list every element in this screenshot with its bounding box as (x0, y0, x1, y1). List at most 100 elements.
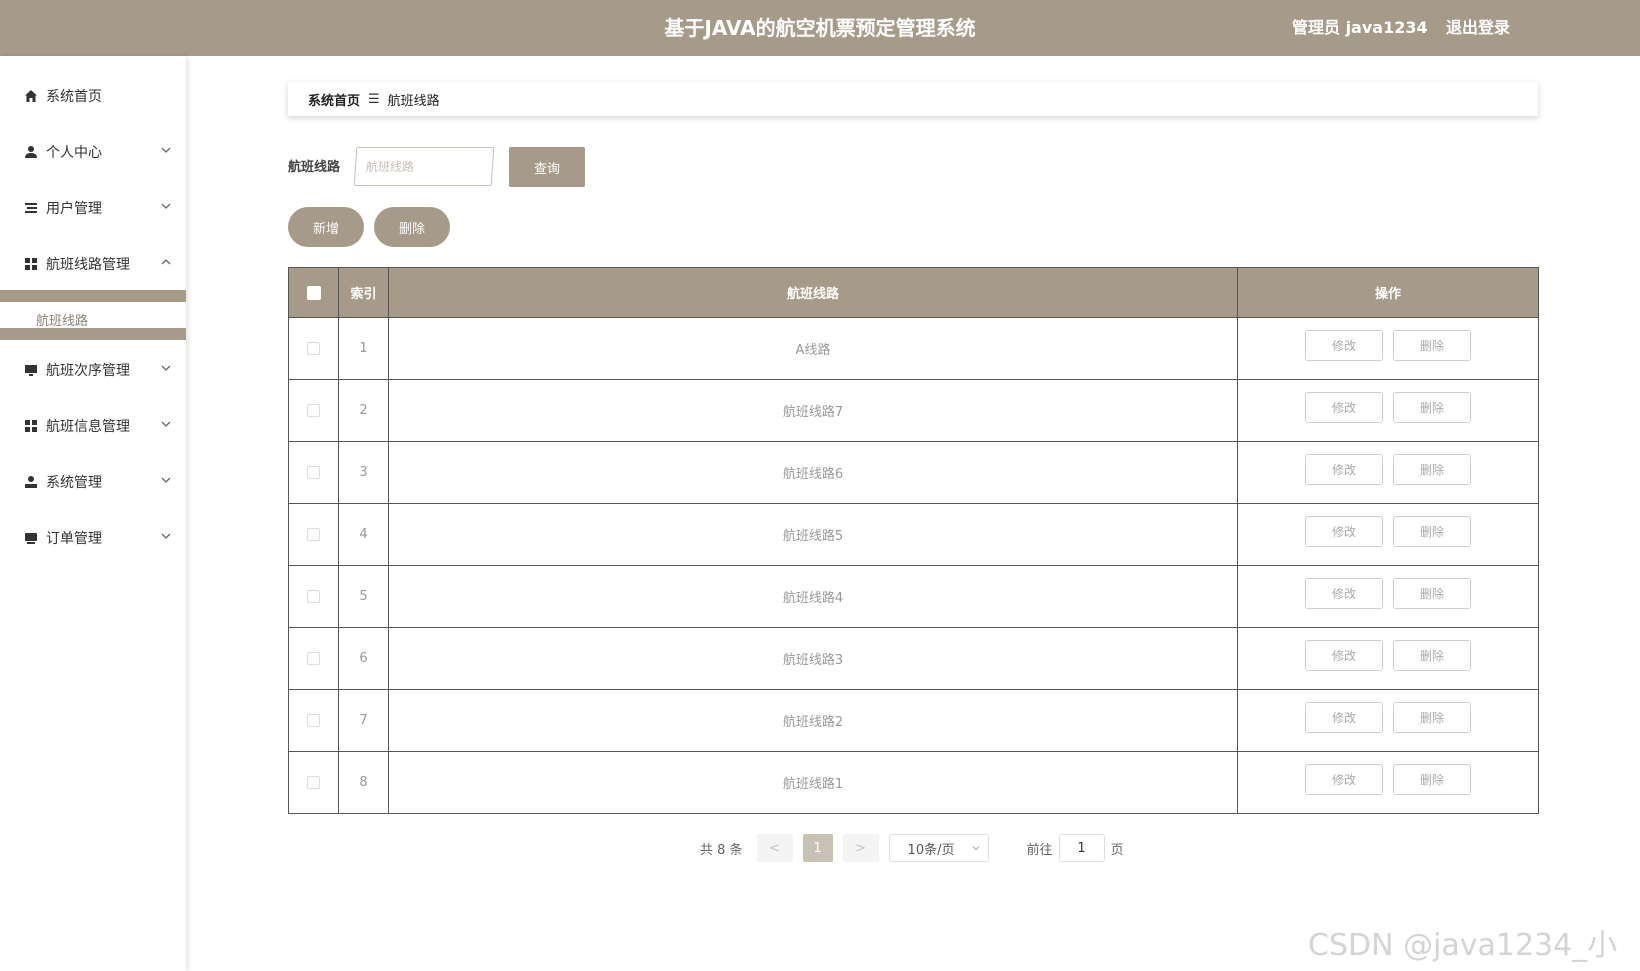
delete-button[interactable]: 删除 (1393, 764, 1471, 795)
table-row: 5 航班线路4 修改 删除 (289, 565, 1538, 627)
row-index: 8 (339, 752, 389, 813)
row-check-cell (289, 566, 339, 627)
logout-link[interactable]: 退出登录 (1446, 0, 1510, 56)
add-button[interactable]: 新增 (288, 207, 364, 247)
row-operations: 修改 删除 (1238, 504, 1538, 565)
row-route: 航班线路7 (389, 380, 1238, 441)
sidebar-item-label: 系统首页 (46, 89, 102, 105)
delete-button[interactable]: 删除 (1393, 454, 1471, 485)
table-row: 2 航班线路7 修改 删除 (289, 379, 1538, 441)
sidebar-item-order-management[interactable]: 订单管理 (0, 518, 186, 558)
row-route: A线路 (389, 318, 1238, 379)
row-checkbox[interactable] (307, 652, 320, 665)
chevron-down-icon (161, 421, 171, 427)
chevron-down-icon (161, 533, 171, 539)
row-checkbox[interactable] (307, 342, 320, 355)
edit-button[interactable]: 修改 (1305, 702, 1383, 733)
chevron-down-icon (161, 365, 171, 371)
row-checkbox[interactable] (307, 776, 320, 789)
sidebar: 系统首页 个人中心 用户管理 航班线路管理 航班线路 航班次序管理 航班信息管理… (0, 56, 186, 971)
sidebar-item-user-management[interactable]: 用户管理 (0, 188, 186, 228)
row-check-cell (289, 504, 339, 565)
table-body: 1 A线路 修改 删除 2 航班线路7 修改 删除 3 航班线路6 修改 删除 4 航班线路5 修改 删除 5 航… (289, 317, 1538, 813)
admin-user-label: 管理员 java1234 (1292, 18, 1428, 37)
delete-button[interactable]: 删除 (1393, 392, 1471, 423)
row-operations: 修改 删除 (1238, 690, 1538, 751)
header-operation: 操作 (1374, 287, 1401, 302)
user-icon (22, 143, 40, 161)
sidebar-item-home[interactable]: 系统首页 (0, 76, 186, 116)
row-checkbox[interactable] (307, 714, 320, 727)
row-operations: 修改 删除 (1238, 442, 1538, 503)
row-checkbox[interactable] (307, 404, 320, 417)
box-icon (22, 529, 40, 547)
table-row: 6 航班线路3 修改 删除 (289, 627, 1538, 689)
row-index: 7 (339, 690, 389, 751)
breadcrumb-home[interactable]: 系统首页 (308, 90, 360, 109)
home-icon (22, 87, 40, 105)
row-checkbox[interactable] (307, 590, 320, 603)
page-size-select[interactable]: 10条/页 (888, 834, 989, 862)
batch-delete-button[interactable]: 删除 (374, 207, 450, 247)
header-check-cell (289, 268, 339, 317)
submenu-band-top (0, 290, 186, 302)
breadcrumb-separator-icon: ☰ (368, 91, 380, 107)
table-row: 8 航班线路1 修改 删除 (289, 751, 1538, 813)
chevron-up-icon (161, 259, 171, 265)
delete-button[interactable]: 删除 (1393, 578, 1471, 609)
page-number-button[interactable]: 1 (802, 834, 833, 862)
delete-button[interactable]: 删除 (1393, 640, 1471, 671)
row-operations: 修改 删除 (1238, 628, 1538, 689)
table-row: 7 航班线路2 修改 删除 (289, 689, 1538, 751)
sidebar-item-schedule-management[interactable]: 航班次序管理 (0, 350, 186, 390)
header-route: 航班线路 (389, 268, 1238, 317)
sidebar-item-label: 航班次序管理 (46, 363, 130, 379)
sidebar-subitem-label: 航班线路 (36, 314, 89, 329)
grid-icon (22, 255, 40, 273)
query-button[interactable]: 查询 (509, 147, 585, 187)
row-route: 航班线路2 (389, 690, 1238, 751)
table-header: 索引 航班线路 操作 (289, 268, 1538, 317)
row-route: 航班线路6 (389, 442, 1238, 503)
edit-button[interactable]: 修改 (1305, 640, 1383, 671)
edit-button[interactable]: 修改 (1305, 516, 1383, 547)
submenu-band-bottom (0, 328, 186, 340)
sidebar-item-system-management[interactable]: 系统管理 (0, 462, 186, 502)
pagination-total: 共 8 条 (700, 842, 743, 858)
row-checkbox[interactable] (307, 528, 320, 541)
route-table: 索引 航班线路 操作 1 A线路 修改 删除 2 航班线路7 修改 删除 3 航班线路6 修改 删除 4… (288, 267, 1539, 814)
select-all-checkbox[interactable] (306, 285, 321, 300)
search-label: 航班线路 (288, 160, 341, 175)
edit-button[interactable]: 修改 (1305, 454, 1383, 485)
row-index: 6 (339, 628, 389, 689)
top-header: 基于JAVA的航空机票预定管理系统 管理员 java1234 退出登录 (0, 0, 1640, 56)
row-index: 1 (339, 318, 389, 379)
edit-button[interactable]: 修改 (1305, 578, 1383, 609)
row-check-cell (289, 442, 339, 503)
pagination: 共 8 条 < 1 > 10条/页 前往 页 (700, 833, 1124, 863)
sidebar-item-label: 用户管理 (46, 201, 102, 217)
delete-button[interactable]: 删除 (1393, 516, 1471, 547)
row-checkbox[interactable] (307, 466, 320, 479)
delete-button[interactable]: 删除 (1393, 330, 1471, 361)
edit-button[interactable]: 修改 (1305, 330, 1383, 361)
row-route: 航班线路5 (389, 504, 1238, 565)
sidebar-item-personal-center[interactable]: 个人中心 (0, 132, 186, 172)
sidebar-item-flight-info-management[interactable]: 航班信息管理 (0, 406, 186, 446)
table-row: 1 A线路 修改 删除 (289, 317, 1538, 379)
row-check-cell (289, 318, 339, 379)
delete-button[interactable]: 删除 (1393, 702, 1471, 733)
goto-page-input[interactable] (1058, 834, 1105, 862)
search-input[interactable] (353, 147, 495, 186)
person-icon (22, 473, 40, 491)
edit-button[interactable]: 修改 (1305, 764, 1383, 795)
edit-button[interactable]: 修改 (1305, 392, 1383, 423)
breadcrumb-current: 航班线路 (387, 93, 440, 109)
breadcrumb: 系统首页 ☰ 航班线路 (288, 82, 1538, 116)
row-index: 5 (339, 566, 389, 627)
prev-page-button[interactable]: < (756, 834, 793, 862)
header-index: 索引 (339, 268, 389, 317)
next-page-button[interactable]: > (842, 834, 879, 862)
row-check-cell (289, 628, 339, 689)
sidebar-item-route-management[interactable]: 航班线路管理 (0, 244, 186, 284)
